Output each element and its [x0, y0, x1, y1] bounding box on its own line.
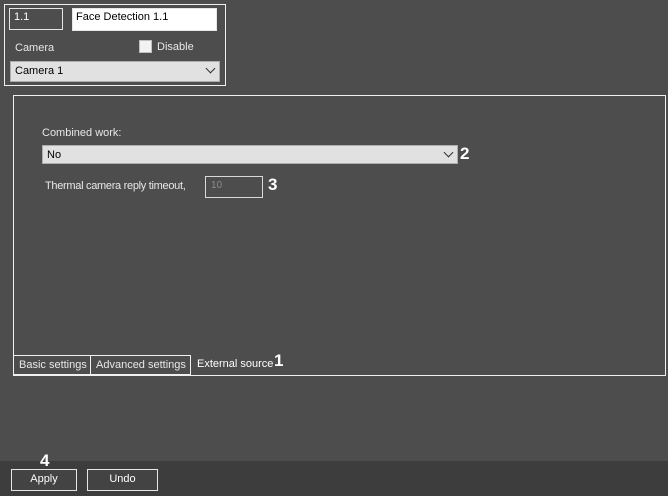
- disable-label: Disable: [157, 41, 194, 53]
- combined-work-value: No: [47, 149, 62, 161]
- tab-basic-settings[interactable]: Basic settings: [13, 355, 91, 375]
- callout-2: 2: [460, 144, 470, 163]
- camera-select[interactable]: Camera 1: [10, 61, 220, 82]
- object-name-field[interactable]: Face Detection 1.1: [72, 8, 217, 31]
- tab-external-source[interactable]: External source: [193, 356, 277, 376]
- camera-label: Camera: [15, 42, 55, 54]
- thermal-timeout-label: Thermal camera reply timeout,: [45, 180, 186, 192]
- callout-3: 3: [268, 175, 278, 194]
- object-id-field[interactable]: 1.1: [9, 8, 63, 30]
- tab-advanced-settings[interactable]: Advanced settings: [90, 355, 191, 375]
- callout-1: 1: [274, 351, 284, 370]
- combined-work-label: Combined work:: [42, 127, 122, 139]
- undo-button[interactable]: Undo: [87, 469, 158, 491]
- thermal-timeout-field[interactable]: 10: [205, 176, 263, 198]
- apply-button[interactable]: Apply: [11, 469, 77, 491]
- chevron-down-icon: [443, 147, 454, 158]
- chevron-down-icon: [205, 63, 216, 74]
- combined-work-select[interactable]: No: [42, 145, 458, 164]
- camera-select-value: Camera 1: [15, 65, 64, 77]
- disable-checkbox[interactable]: [139, 40, 152, 53]
- callout-4: 4: [40, 451, 50, 470]
